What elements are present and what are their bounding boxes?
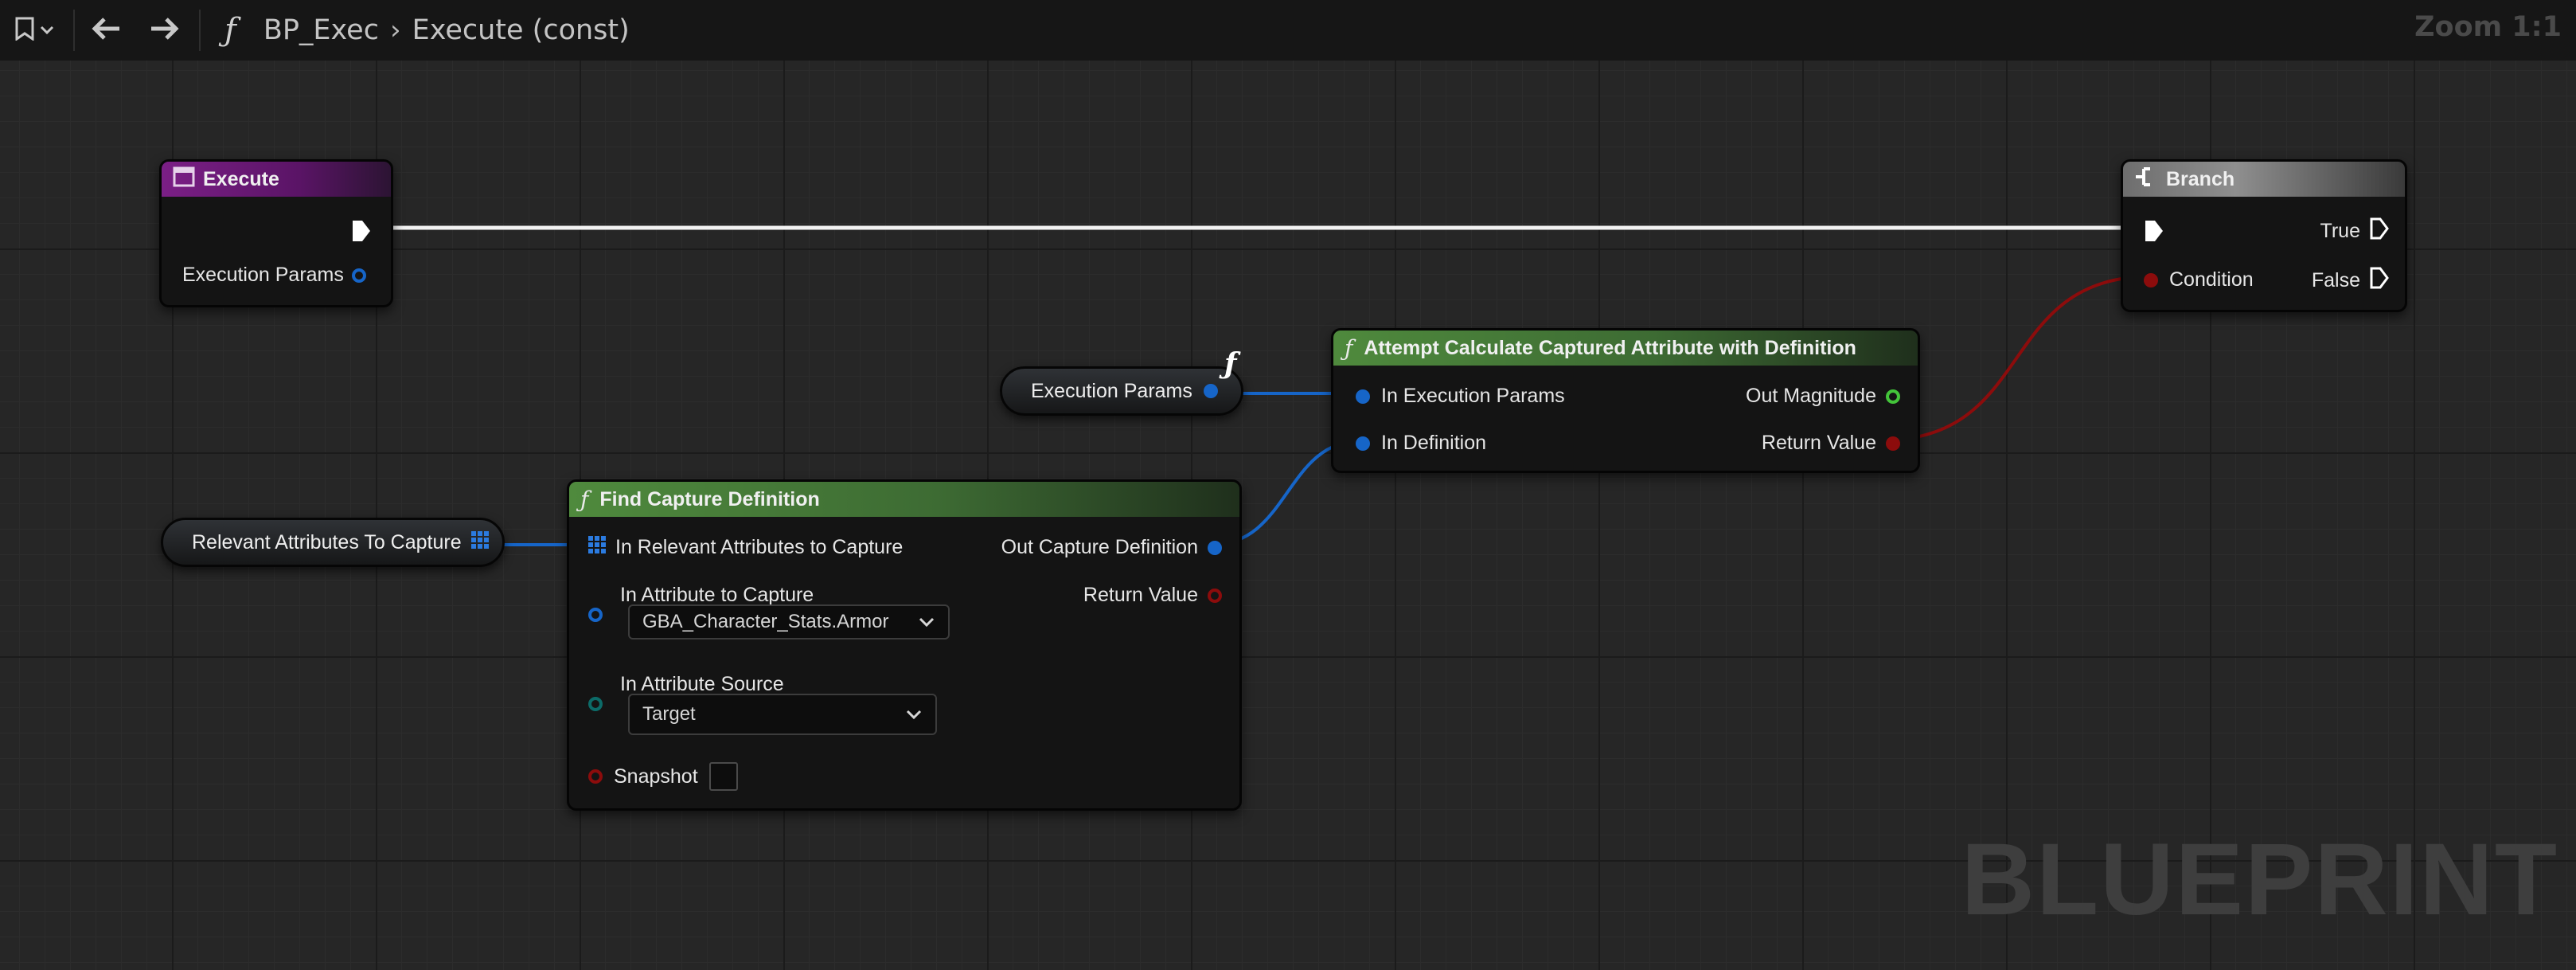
return-value-pin[interactable]: Return Value [1762, 432, 1900, 455]
attempt-calculate-node[interactable]: ƒ Attempt Calculate Captured Attribute w… [1331, 328, 1920, 473]
float-pin-icon[interactable] [1886, 389, 1900, 404]
pin-label: In Attribute Source [620, 673, 784, 695]
branch-node-title: Branch [2166, 167, 2235, 190]
pin-label: Out Magnitude [1746, 385, 1876, 407]
execute-node-title: Execute [203, 167, 279, 190]
find-capture-definition-node[interactable]: ƒ Find Capture Definition In Relevant At… [567, 479, 1242, 811]
bool-pin-icon[interactable] [2144, 272, 2158, 287]
event-icon [173, 166, 195, 193]
pin-label: In Attribute to Capture [620, 584, 814, 606]
in-attribute-source-label: In Attribute Source [620, 673, 784, 696]
bool-pin-icon[interactable] [1208, 588, 1222, 603]
in-execution-params-pin[interactable]: In Execution Params [1356, 385, 1565, 408]
execute-params-pin[interactable]: Execution Params [182, 264, 366, 287]
out-capture-definition-pin[interactable]: Out Capture Definition [1001, 536, 1222, 559]
blueprint-watermark: BLUEPRINT [1961, 823, 2558, 937]
bool-pin-icon[interactable] [1886, 436, 1900, 451]
pin-label: Out Capture Definition [1001, 536, 1198, 558]
attribute-to-capture-dropdown[interactable]: GBA_Character_Stats.Armor [628, 604, 950, 639]
execution-params-getter[interactable]: Execution Params [1000, 366, 1243, 416]
find-capture-title: Find Capture Definition [599, 487, 820, 510]
pin-label: Execution Params [182, 264, 344, 286]
in-relevant-attributes-pin[interactable]: In Relevant Attributes to Capture [588, 536, 903, 559]
dropdown-value: Target [642, 703, 696, 725]
pin-label: Return Value [1761, 432, 1876, 454]
function-icon: ƒ [1224, 347, 1237, 381]
in-definition-pin[interactable]: In Definition [1356, 432, 1486, 455]
find-return-value-pin[interactable]: Return Value [1083, 584, 1222, 607]
attribute-source-dropdown[interactable]: Target [628, 694, 937, 735]
exec-in-pin-icon[interactable] [2144, 219, 2164, 248]
branch-true-pin[interactable]: True [2320, 217, 2389, 245]
exec-out-pin-icon[interactable] [2370, 267, 2389, 295]
attempt-calculate-header[interactable]: ƒ Attempt Calculate Captured Attribute w… [1333, 331, 1918, 366]
struct-pin-icon[interactable] [1356, 436, 1370, 451]
branch-icon [2134, 166, 2158, 194]
exec-out-pin-icon[interactable] [2370, 217, 2389, 245]
array-pin-icon[interactable] [470, 530, 489, 554]
getter-label: Relevant Attributes To Capture [192, 530, 462, 553]
out-magnitude-pin[interactable]: Out Magnitude [1746, 385, 1900, 408]
pin-label: In Relevant Attributes to Capture [615, 536, 904, 558]
pin-label: In Execution Params [1381, 385, 1565, 407]
array-pin-icon[interactable] [588, 536, 606, 559]
execute-node-header[interactable]: Execute [162, 162, 391, 197]
bool-wire [1879, 275, 2153, 442]
pin-label: Return Value [1083, 584, 1198, 606]
attempt-calculate-title: Attempt Calculate Captured Attribute wit… [1364, 336, 1856, 359]
branch-node-header[interactable]: Branch [2123, 162, 2405, 197]
getter-label: Execution Params [1031, 379, 1192, 402]
branch-node[interactable]: Branch True Condition False [2121, 159, 2407, 312]
exec-out-pin-icon[interactable] [351, 219, 372, 248]
function-icon: ƒ [1345, 334, 1353, 362]
struct-pin-icon[interactable] [1208, 540, 1222, 555]
pin-label: False [2311, 269, 2360, 291]
struct-pin-icon[interactable] [1356, 389, 1370, 404]
chevron-down-icon [918, 612, 935, 637]
bool-pin-icon[interactable] [588, 769, 603, 784]
dropdown-value: GBA_Character_Stats.Armor [642, 611, 889, 632]
struct-pin-icon[interactable] [351, 268, 366, 283]
struct-pin-icon[interactable] [1203, 384, 1218, 398]
struct-pin-icon[interactable] [588, 608, 603, 622]
relevant-attributes-getter[interactable]: Relevant Attributes To Capture [161, 518, 505, 567]
pin-label: In Definition [1381, 432, 1487, 454]
branch-condition-pin[interactable]: Condition [2144, 268, 2254, 291]
branch-false-pin[interactable]: False [2312, 267, 2389, 295]
in-attribute-to-capture-label: In Attribute to Capture [620, 584, 814, 607]
chevron-down-icon [905, 705, 923, 729]
pin-label: True [2320, 220, 2360, 242]
snapshot-pin[interactable]: Snapshot [588, 762, 738, 791]
snapshot-checkbox[interactable] [708, 762, 738, 791]
function-icon: ƒ [580, 486, 589, 513]
pin-label: Snapshot [614, 765, 698, 788]
find-capture-header[interactable]: ƒ Find Capture Definition [569, 482, 1239, 517]
pin-label: Condition [2169, 268, 2254, 291]
execute-node[interactable]: Execute Execution Params [159, 159, 393, 307]
enum-pin-icon[interactable] [588, 697, 603, 711]
